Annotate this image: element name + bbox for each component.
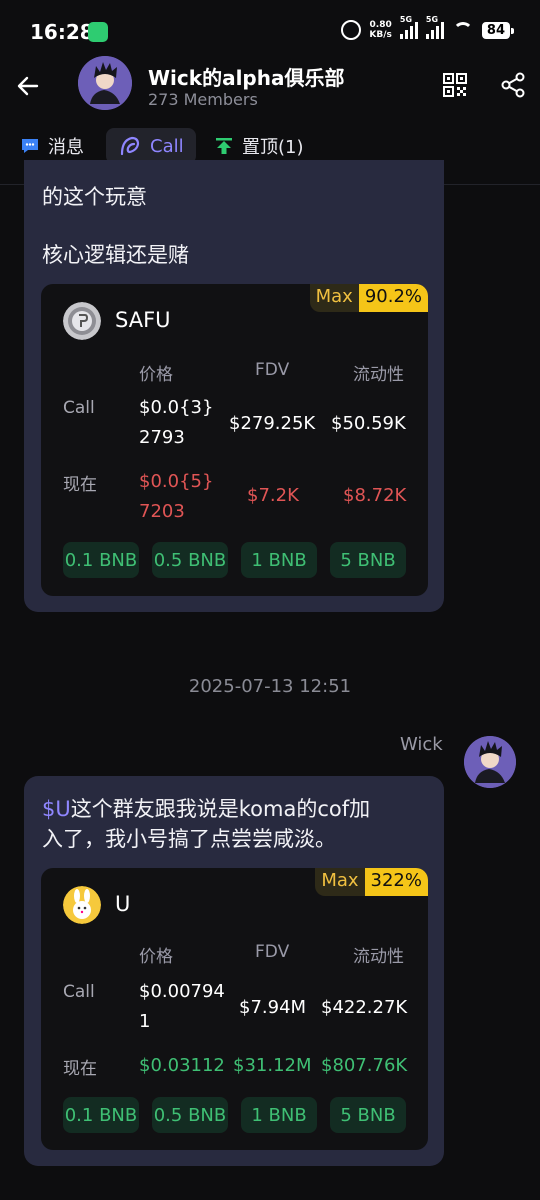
token-card-u[interactable]: Max 322% U 价格 FDV 流动性 Call $0.00794 1 $7… xyxy=(41,868,428,1150)
tab-call[interactable]: Call xyxy=(106,128,196,164)
now-liquidity: $8.72K xyxy=(343,485,407,506)
battery-icon: 84 xyxy=(481,21,515,39)
max-value: 322% xyxy=(364,868,428,896)
sim2-label: 5G xyxy=(425,15,439,24)
max-gain-badge: Max 322% xyxy=(315,868,428,896)
message-timestamp: 2025-07-13 12:51 xyxy=(188,676,352,697)
call-price-line2: 1 xyxy=(139,1011,151,1032)
column-header-price: 价格 xyxy=(139,365,173,385)
buy-1-bnb-button[interactable]: 1 BNB xyxy=(241,542,317,578)
message-text-line: 核心逻辑还是赌 xyxy=(42,243,189,267)
column-header-fdv: FDV xyxy=(255,360,290,380)
message-icon xyxy=(22,139,38,153)
tab-pinned[interactable]: 置顶(1) xyxy=(214,128,304,164)
now-price-line2: 7203 xyxy=(139,501,185,522)
call-price-line2: 2793 xyxy=(139,427,185,448)
now-fdv: $31.12M xyxy=(233,1055,312,1076)
network-speed-unit: KB/s xyxy=(369,30,392,40)
chat-header: Wick的alpha俱乐部 273 Members xyxy=(0,52,540,120)
wechat-notification-icon xyxy=(88,22,108,42)
max-gain-badge: Max 90.2% xyxy=(309,284,428,312)
now-liquidity: $807.76K xyxy=(321,1055,408,1076)
max-value: 90.2% xyxy=(358,284,428,312)
call-liquidity: $50.59K xyxy=(331,413,406,434)
tab-messages[interactable]: 消息 xyxy=(20,128,84,164)
now-row-label: 现在 xyxy=(63,475,97,495)
call-price-line1: $0.00794 xyxy=(139,981,225,1002)
buy-0.1-bnb-button[interactable]: 0.1 BNB xyxy=(63,1097,139,1133)
message-text-line: $U这个群友跟我说是koma的cof加 xyxy=(42,794,370,824)
network-speed-value: 0.80 xyxy=(369,20,392,30)
group-title: Wick的alpha俱乐部 xyxy=(148,66,345,90)
member-count: 273 Members xyxy=(148,90,258,109)
call-liquidity: $422.27K xyxy=(321,997,408,1018)
token-name: U xyxy=(115,892,131,916)
group-avatar[interactable] xyxy=(78,56,132,110)
status-icons: 0.80 KB/s 5G 5G 84 xyxy=(341,15,515,40)
token-card-safu[interactable]: Max 90.2% SAFU 价格 FDV 流动性 Call $0.0{3} 2… xyxy=(41,284,428,596)
status-time: 16:28 xyxy=(30,20,94,44)
network-speed: 0.80 KB/s xyxy=(369,20,391,40)
now-row-label: 现在 xyxy=(63,1059,97,1079)
buy-0.5-bnb-button[interactable]: 0.5 BNB xyxy=(152,542,228,578)
message-text-line: 的这个玩意 xyxy=(42,185,147,209)
rabbit-token-icon xyxy=(63,886,101,924)
now-fdv: $7.2K xyxy=(247,485,299,506)
call-fdv: $279.25K xyxy=(229,413,316,434)
now-price-line1: $0.0{5} xyxy=(139,471,214,492)
column-header-liquidity: 流动性 xyxy=(353,947,404,967)
buy-5-bnb-button[interactable]: 5 BNB xyxy=(330,542,406,578)
buy-1-bnb-button[interactable]: 1 BNB xyxy=(241,1097,317,1133)
pin-top-icon xyxy=(216,138,232,154)
wifi-icon xyxy=(452,22,474,38)
ticker-link[interactable]: $U xyxy=(42,797,71,821)
call-price-line1: $0.0{3} xyxy=(139,397,214,418)
max-label: Max xyxy=(315,868,365,896)
column-header-price: 价格 xyxy=(139,947,173,967)
buy-0.5-bnb-button[interactable]: 0.5 BNB xyxy=(152,1097,228,1133)
share-icon[interactable] xyxy=(500,72,526,98)
tab-call-label: Call xyxy=(150,135,184,157)
sim1-label: 5G xyxy=(399,15,413,24)
alarm-icon xyxy=(341,20,362,40)
message-text: 这个群友跟我说是koma的cof加 xyxy=(70,797,371,821)
column-header-fdv: FDV xyxy=(255,942,290,962)
now-price: $0.03112 xyxy=(139,1055,225,1076)
tab-pinned-label: 置顶(1) xyxy=(242,137,304,158)
column-header-liquidity: 流动性 xyxy=(353,365,404,385)
signal-icon-sim2: 5G xyxy=(425,15,444,39)
buy-5-bnb-button[interactable]: 5 BNB xyxy=(330,1097,406,1133)
call-row-label: Call xyxy=(63,982,95,1002)
tab-messages-label: 消息 xyxy=(48,137,84,158)
safu-token-icon xyxy=(63,302,101,340)
signal-icon-sim1: 5G xyxy=(399,15,418,39)
qr-code-icon[interactable] xyxy=(442,72,468,98)
sender-avatar[interactable] xyxy=(464,736,516,788)
sender-name: Wick xyxy=(400,734,443,755)
message-bubble[interactable]: 的这个玩意 核心逻辑还是赌 Max 90.2% SAFU 价格 FDV 流动性 … xyxy=(24,160,444,612)
buy-0.1-bnb-button[interactable]: 0.1 BNB xyxy=(63,542,139,578)
call-fdv: $7.94M xyxy=(239,997,307,1018)
token-name: SAFU xyxy=(115,308,171,332)
call-row-label: Call xyxy=(63,398,95,418)
call-icon xyxy=(120,136,140,156)
message-bubble[interactable]: $U这个群友跟我说是koma的cof加 入了，我小号搞了点尝尝咸淡。 Max 3… xyxy=(24,776,444,1166)
back-arrow-icon[interactable] xyxy=(16,74,40,98)
message-text-line: 入了，我小号搞了点尝尝咸淡。 xyxy=(42,827,336,851)
max-label: Max xyxy=(309,284,359,312)
